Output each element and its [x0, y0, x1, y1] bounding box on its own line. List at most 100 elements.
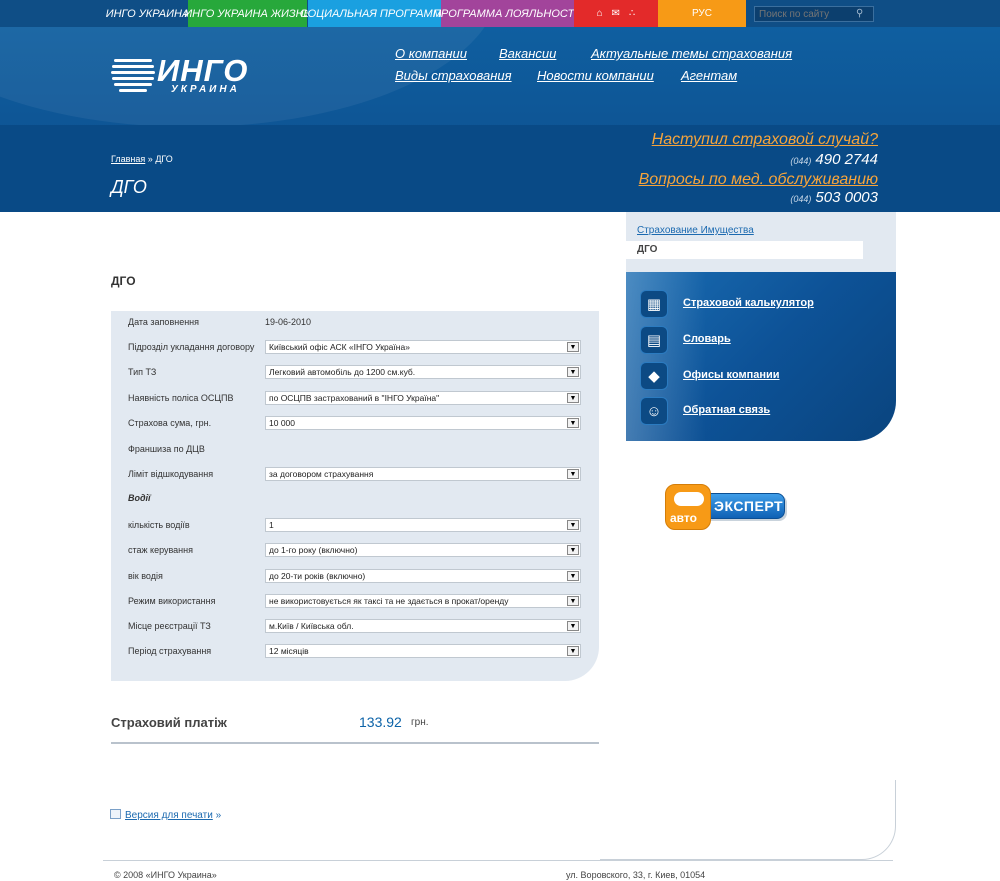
form-row: Страхова сума, грн. 10 000 ▼ [111, 416, 599, 432]
form-row: Режим використання не використовується я… [111, 594, 599, 610]
field-label: стаж керування [128, 545, 193, 555]
cloud-icon [674, 492, 704, 506]
phone-number: 503 0003 [815, 189, 878, 206]
breadcrumb-home[interactable]: Главная [111, 154, 145, 164]
nav-topics[interactable]: Актуальные темы страхования [591, 46, 792, 61]
form-row: кількість водіїв 1 ▼ [111, 518, 599, 534]
hotline-phone-1: (044) 490 2744 [790, 151, 878, 168]
logo[interactable]: ИНГО УКРАИНА [111, 53, 251, 95]
nav-about[interactable]: О компании [395, 46, 467, 61]
sum-insured-select[interactable]: 10 000 ▼ [265, 416, 581, 430]
phone-code: (044) [790, 194, 812, 204]
tool-label[interactable]: Словарь [683, 333, 731, 345]
tool-calculator[interactable]: ▦ Страховой калькулятор [640, 290, 880, 320]
form-row: Наявність поліса ОСЦПВ по ОСЦПВ застрахо… [111, 391, 599, 407]
chevron-down-icon[interactable]: ▼ [567, 367, 579, 377]
chevron-down-icon[interactable]: ▼ [567, 545, 579, 555]
field-label: Ліміт відшкодування [128, 469, 214, 479]
select-value: м.Київ / Київська обл. [269, 621, 354, 631]
chevron-down-icon[interactable]: ▼ [567, 469, 579, 479]
printer-icon[interactable] [110, 809, 121, 819]
form-row: стаж керування до 1-го року (включно) ▼ [111, 543, 599, 559]
nav-vacancies[interactable]: Вакансии [499, 46, 556, 61]
sidebar-current-item[interactable]: ДГО [626, 241, 863, 259]
tool-label[interactable]: Офисы компании [683, 369, 780, 381]
autoexpert-banner[interactable]: ЭКСПЕРТ авто [665, 484, 789, 530]
hotline-phone-2: (044) 503 0003 [790, 189, 878, 206]
tab-social-program[interactable]: СОЦИАЛЬНАЯ ПРОГРАММА [300, 0, 449, 27]
insurance-case-link[interactable]: Наступил страховой случай? [652, 131, 878, 149]
phone-number: 490 2744 [815, 151, 878, 168]
form-row: Ліміт відшкодування за договором страхув… [111, 467, 599, 483]
form-row: вік водія до 20-ти років (включно) ▼ [111, 569, 599, 585]
phone-code: (044) [790, 156, 812, 166]
map-icon: ◆ [640, 362, 668, 390]
sidebar-parent-link[interactable]: Страхование Имущества [637, 225, 754, 236]
home-icon[interactable]: ⌂ [597, 8, 603, 19]
breadcrumb-current: ДГО [155, 154, 173, 164]
tool-glossary[interactable]: ▤ Словарь [640, 326, 880, 356]
chevron-down-icon[interactable]: ▼ [567, 520, 579, 530]
footer-address: ул. Воровского, 33, г. Киев, 01054 [566, 870, 706, 880]
period-select[interactable]: 12 місяців ▼ [265, 644, 581, 658]
experience-select[interactable]: до 1-го року (включно) ▼ [265, 543, 581, 557]
tool-label[interactable]: Страховой калькулятор [683, 297, 814, 309]
sitemap-icon[interactable]: ∴ [629, 8, 635, 19]
mail-icon[interactable]: ✉ [612, 8, 620, 19]
field-label: Місце реєстрації ТЗ [128, 621, 211, 631]
chevron-down-icon[interactable]: ▼ [567, 621, 579, 631]
calculator-form: Дата заповнення 19-06-2010 Підрозділ укл… [111, 311, 599, 681]
tool-label[interactable]: Обратная связь [683, 404, 770, 416]
form-row: Період страхування 12 місяців ▼ [111, 644, 599, 660]
nav-news[interactable]: Новости компании [537, 68, 654, 83]
autoexpert-text: ЭКСПЕРТ [714, 498, 784, 514]
search-area: ⚲ [746, 0, 1000, 27]
nav-agents[interactable]: Агентам [681, 68, 737, 83]
chevron-down-icon[interactable]: ▼ [567, 571, 579, 581]
policy-select[interactable]: по ОСЦПВ застрахований в "ІНГО Україна" ▼ [265, 391, 581, 405]
print-suffix: » [215, 810, 222, 821]
print-version-link[interactable]: Версия для печати [125, 810, 213, 821]
chevron-down-icon[interactable]: ▼ [567, 342, 579, 352]
document-icon: ▤ [640, 326, 668, 354]
breadcrumb-separator: » [147, 154, 153, 164]
limit-select[interactable]: за договором страхування ▼ [265, 467, 581, 481]
usage-mode-select[interactable]: не використовується як таксі та не здаєт… [265, 594, 581, 608]
drivers-subheading: Водії [128, 493, 151, 503]
tab-loyalty-program[interactable]: ПРОГРАММА ЛОЯЛЬНОСТИ [433, 0, 582, 27]
field-label: Наявність поліса ОСЦПВ [128, 393, 234, 403]
form-row: Місце реєстрації ТЗ м.Київ / Київська об… [111, 619, 599, 635]
form-subheading: Водії [111, 491, 599, 507]
chevron-down-icon[interactable]: ▼ [567, 393, 579, 403]
date-value: 19-06-2010 [265, 317, 312, 327]
form-row: Підрозділ укладання договору Київський о… [111, 340, 599, 356]
field-label: Дата заповнення [128, 317, 200, 327]
page-title: ДГО [111, 177, 147, 197]
language-switch[interactable]: РУС [658, 0, 746, 27]
tool-feedback[interactable]: ☺ Обратная связь [640, 397, 880, 427]
chevron-down-icon[interactable]: ▼ [567, 418, 579, 428]
tab-ingo-ukraina-zhizn[interactable]: ИНГО УКРАИНА ЖИЗНЬ [184, 0, 311, 27]
form-row: Дата заповнення 19-06-2010 [111, 315, 599, 331]
field-label: кількість водіїв [128, 520, 190, 530]
chevron-down-icon[interactable]: ▼ [567, 646, 579, 656]
tab-ingo-ukraina[interactable]: ИНГО УКРАИНА [106, 0, 189, 27]
registration-select[interactable]: м.Київ / Київська обл. ▼ [265, 619, 581, 633]
divider [111, 742, 599, 744]
search-icon[interactable]: ⚲ [856, 8, 868, 20]
driver-age-select[interactable]: до 20-ти років (включно) ▼ [265, 569, 581, 583]
tool-offices[interactable]: ◆ Офисы компании [640, 362, 880, 392]
drivers-count-select[interactable]: 1 ▼ [265, 518, 581, 532]
chevron-down-icon[interactable]: ▼ [567, 596, 579, 606]
logo-subtitle: УКРАИНА [171, 84, 240, 95]
form-row: Тип ТЗ Легковий автомобіль до 1200 см.ку… [111, 365, 599, 381]
medical-service-link[interactable]: Вопросы по мед. обслуживанию [639, 171, 878, 189]
footer-copyright: © 2008 «ИНГО Украина» [114, 870, 217, 880]
nav-insurance-types[interactable]: Виды страхования [395, 68, 512, 83]
select-value: по ОСЦПВ застрахований в "ІНГО Україна" [269, 393, 440, 403]
select-value: 10 000 [269, 418, 295, 428]
field-label: Тип ТЗ [128, 367, 157, 377]
office-select[interactable]: Київський офіс АСК «ІНГО Україна» ▼ [265, 340, 581, 354]
field-label: Підрозділ укладання договору [128, 342, 255, 352]
vehicle-type-select[interactable]: Легковий автомобіль до 1200 см.куб. ▼ [265, 365, 581, 379]
